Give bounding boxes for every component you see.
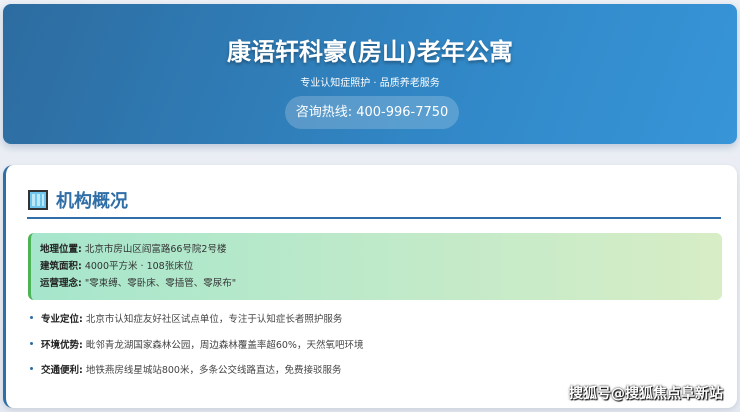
info-value: "零束缚、零卧床、零插管、零尿布" [81,278,237,289]
info-box: 地理位置: 北京市房山区阎富路66号院2号楼 建筑面积: 4000平方米 · 1… [28,233,722,300]
info-label: 地理位置: [40,244,82,255]
list-item: 环境优势: 毗邻青龙湖国家森林公园，周边森林覆盖率超60%，天然氧吧环境 [28,337,363,363]
item-value: 北京市认知症友好社区试点单位，专注于认知症长者照护服务 [82,314,343,325]
item-label: 交通便利: [41,365,83,376]
info-value: 4000平方米 · 108张床位 [81,261,194,272]
divider [27,217,721,219]
header-banner: 康语轩科豪(房山)老年公寓 专业认知症照护 · 品质养老服务 咨询热线: 400… [3,4,737,144]
section-header: 机构概况 [28,187,128,213]
subtitle: 专业认知症照护 · 品质养老服务 [300,78,440,89]
info-row: 地理位置: 北京市房山区阎富路66号院2号楼 [40,241,713,258]
hotline-button[interactable]: 咨询热线: 400-996-7750 [285,96,459,129]
section-title: 机构概况 [56,191,128,212]
item-value: 毗邻青龙湖国家森林公园，周边森林覆盖率超60%，天然氧吧环境 [82,339,364,351]
item-label: 环境优势: [41,339,83,351]
watermark: 搜狐号@搜狐焦点阜新站 [569,386,723,402]
item-label: 专业定位: [41,314,83,325]
item-value: 地铁燕房线星城站800米，多条公交线路直达，免费接驳服务 [82,365,342,376]
info-label: 建筑面积: [40,261,82,272]
feature-list: 专业定位: 北京市认知症友好社区试点单位，专注于认知症长者照护服务 环境优势: … [28,311,363,388]
info-value: 北京市房山区阎富路66号院2号楼 [81,244,227,255]
page-title: 康语轩科豪(房山)老年公寓 [227,38,513,66]
office-building-icon [28,190,48,210]
list-item: 交通便利: 地铁燕房线星城站800米，多条公交线路直达，免费接驳服务 [28,362,363,388]
info-row: 运营理念: "零束缚、零卧床、零插管、零尿布" [40,275,713,292]
info-label: 运营理念: [40,278,82,289]
overview-card: 机构概况 地理位置: 北京市房山区阎富路66号院2号楼 建筑面积: 4000平方… [3,165,737,408]
list-item: 专业定位: 北京市认知症友好社区试点单位，专注于认知症长者照护服务 [28,311,363,337]
info-row: 建筑面积: 4000平方米 · 108张床位 [40,258,713,275]
